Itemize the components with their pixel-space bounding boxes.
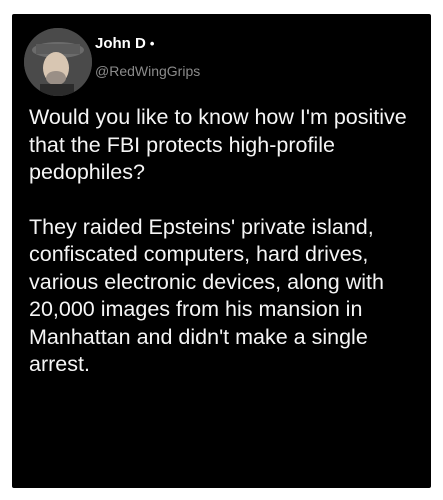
tweet-card: John D • @RedWingGrips Would you like to … xyxy=(12,14,431,488)
author-display-name[interactable]: John D xyxy=(95,35,146,52)
status-dot: • xyxy=(149,36,155,51)
author-handle[interactable]: @RedWingGrips xyxy=(95,63,200,79)
profile-photo-icon xyxy=(24,28,92,96)
screenshot-frame: John D • @RedWingGrips Would you like to … xyxy=(0,0,443,500)
tweet-body: Would you like to know how I'm positive … xyxy=(29,104,421,379)
author-name-row[interactable]: John D • xyxy=(95,35,154,55)
tweet-paragraph: They raided Epsteins' private island, co… xyxy=(29,214,384,377)
tweet-paragraph: Would you like to know how I'm positive … xyxy=(29,105,407,184)
avatar[interactable] xyxy=(24,28,92,96)
